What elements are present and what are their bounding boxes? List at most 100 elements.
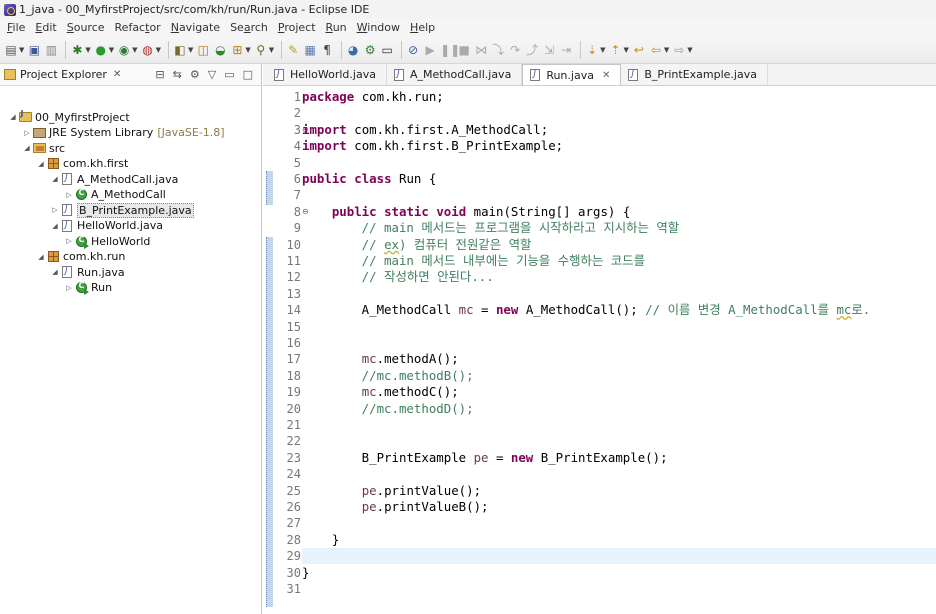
dropdown-arrow-icon[interactable]: ▼ (269, 46, 274, 54)
forward-button[interactable]: ⇨ ▼ (672, 41, 692, 59)
code-line[interactable]: // ex) 컴퓨터 전원같은 역할 (302, 237, 936, 253)
tree-item[interactable]: ◢ Run.java (50, 264, 124, 280)
globe-button[interactable]: ◕ (346, 41, 360, 59)
new-button[interactable]: ▤ ▼ (4, 41, 24, 59)
dropdown-arrow-icon[interactable]: ▼ (85, 46, 90, 54)
close-view-icon[interactable]: ✕ (113, 69, 121, 80)
collapsed-twisty-icon[interactable]: ▷ (50, 206, 60, 214)
code-line[interactable]: mc.methodC(); (302, 384, 936, 400)
code-line[interactable]: public class Run { (302, 171, 936, 187)
code-line[interactable]: // 작성하면 안된다... (302, 269, 936, 285)
menu-item[interactable]: Run (321, 19, 352, 36)
code-line[interactable]: mc.methodA(); (302, 351, 936, 367)
collapsed-twisty-icon[interactable]: ▷ (64, 284, 74, 292)
expanded-twisty-icon[interactable]: ◢ (50, 175, 60, 183)
code-line[interactable] (302, 581, 936, 597)
code-line[interactable] (302, 515, 936, 531)
open-task-button[interactable]: ⚙ (363, 41, 377, 59)
tree-item[interactable]: ◢ 00_MyfirstProject (8, 109, 129, 125)
menu-item[interactable]: Window (352, 19, 405, 36)
new-java-project-button[interactable]: ◧ ▼ (173, 41, 193, 59)
collapsed-twisty-icon[interactable]: ▷ (22, 129, 32, 137)
menu-item[interactable]: Search (225, 19, 273, 36)
expanded-twisty-icon[interactable]: ◢ (50, 222, 60, 230)
search-button[interactable]: ⚲ ▼ (254, 41, 274, 59)
new-package-button[interactable]: ◫ (196, 41, 210, 59)
close-tab-icon[interactable]: ✕ (602, 70, 610, 81)
expanded-twisty-icon[interactable]: ◢ (50, 268, 60, 276)
skip-breakpoints-button[interactable]: ⊘ (406, 41, 420, 59)
menu-item[interactable]: Refactor (110, 19, 166, 36)
dropdown-arrow-icon[interactable]: ▼ (156, 46, 161, 54)
code-line[interactable]: //mc.methodD(); (302, 401, 936, 417)
drop-to-frame-button[interactable]: ⇲ (542, 41, 556, 59)
debug-button[interactable]: ✱ ▼ (70, 41, 90, 59)
menu-item[interactable]: Help (405, 19, 440, 36)
expanded-twisty-icon[interactable]: ◢ (36, 253, 46, 261)
code-line[interactable] (302, 466, 936, 482)
back-button[interactable]: ⇦ ▼ (649, 41, 669, 59)
expanded-twisty-icon[interactable]: ◢ (22, 144, 32, 152)
use-step-filters-button[interactable]: ⇥ (559, 41, 573, 59)
collapse-all-icon[interactable]: ⊟ (155, 68, 164, 81)
project-explorer-title[interactable]: Project Explorer (20, 68, 107, 81)
expanded-twisty-icon[interactable]: ◢ (36, 160, 46, 168)
code-line[interactable]: public static void main(String[] args) { (302, 204, 936, 220)
dropdown-arrow-icon[interactable]: ▼ (600, 46, 605, 54)
next-annotation-button[interactable]: ⇣ ▼ (585, 41, 605, 59)
code-line[interactable] (302, 433, 936, 449)
step-into-button[interactable]: ⤵ (491, 41, 505, 59)
new-class-button[interactable]: ◒ (213, 41, 227, 59)
tree-item[interactable]: ◢ com.kh.first (36, 156, 128, 172)
menu-item[interactable]: Navigate (166, 19, 225, 36)
last-edit-button[interactable]: ↩ (632, 41, 646, 59)
code-line[interactable] (302, 417, 936, 433)
step-over-button[interactable]: ↷ (508, 41, 522, 59)
code-line[interactable] (302, 548, 936, 565)
code-area[interactable]: 1 2 3 ⊖ 4 5 6 7 8 ⊖ 9 10 11 12 13 14 15 16 17 18 19 20 21 22 23 2… (263, 87, 936, 614)
menu-item[interactable]: Source (62, 19, 110, 36)
code-line[interactable]: A_MethodCall mc = new A_MethodCall(); //… (302, 302, 936, 318)
minimize-view-icon[interactable]: ▭ (224, 68, 234, 81)
code-line[interactable]: import com.kh.first.A_MethodCall; (302, 122, 936, 138)
tree-item[interactable]: ▷ HelloWorld (64, 233, 150, 249)
editor-tab[interactable]: Run.java ✕ (522, 64, 622, 85)
menu-item[interactable]: Edit (30, 19, 61, 36)
tree-item[interactable]: ▷ B_PrintExample.java (50, 202, 194, 218)
editor-tab[interactable]: B_PrintExample.java (621, 64, 768, 85)
code-line[interactable]: } (302, 565, 936, 581)
filters-icon[interactable]: ⚙ (190, 68, 200, 81)
dropdown-arrow-icon[interactable]: ▼ (624, 46, 629, 54)
code-line[interactable]: pe.printValueB(); (302, 499, 936, 515)
dropdown-arrow-icon[interactable]: ▼ (664, 46, 669, 54)
resume-button[interactable]: ▶ (423, 41, 437, 59)
tree-item[interactable]: ◢ A_MethodCall.java (50, 171, 178, 187)
block-selection-button[interactable]: ▦ (303, 41, 317, 59)
show-whitespace-button[interactable]: ¶ (320, 41, 334, 59)
code-line[interactable] (302, 335, 936, 351)
previous-annotation-button[interactable]: ⇡ ▼ (609, 41, 629, 59)
tree-item[interactable]: ◢ HelloWorld.java (50, 218, 163, 234)
code-line[interactable]: // main 메서드는 프로그램을 시작하라고 지시하는 역할 (302, 220, 936, 236)
code-line[interactable]: B_PrintExample pe = new B_PrintExample()… (302, 450, 936, 466)
terminal-button[interactable]: ▭ (380, 41, 394, 59)
tree-item[interactable]: ◢ com.kh.run (36, 249, 125, 265)
dropdown-arrow-icon[interactable]: ▼ (245, 46, 250, 54)
tree-item[interactable]: ▷ A_MethodCall (64, 187, 166, 203)
external-tools-button[interactable]: ◍ ▼ (141, 41, 161, 59)
code-line[interactable]: } (302, 532, 936, 548)
suspend-button[interactable]: ❚❚ (440, 41, 460, 59)
maximize-view-icon[interactable]: □ (243, 68, 253, 81)
save-button[interactable]: ▣ (27, 41, 41, 59)
code-line[interactable] (302, 105, 936, 121)
dropdown-arrow-icon[interactable]: ▼ (132, 46, 137, 54)
tree-item[interactable]: ▷ Run (64, 280, 112, 296)
code-line[interactable]: import com.kh.first.B_PrintExample; (302, 138, 936, 154)
code-line[interactable]: //mc.methodB(); (302, 368, 936, 384)
code-line[interactable]: package com.kh.run; (302, 89, 936, 105)
code-line[interactable] (302, 319, 936, 335)
dropdown-arrow-icon[interactable]: ▼ (109, 46, 114, 54)
tree-item[interactable]: ▷ JRE System Library [JavaSE-1.8] (22, 125, 224, 141)
coverage-button[interactable]: ◉ ▼ (117, 41, 138, 59)
menu-item[interactable]: File (2, 19, 30, 36)
